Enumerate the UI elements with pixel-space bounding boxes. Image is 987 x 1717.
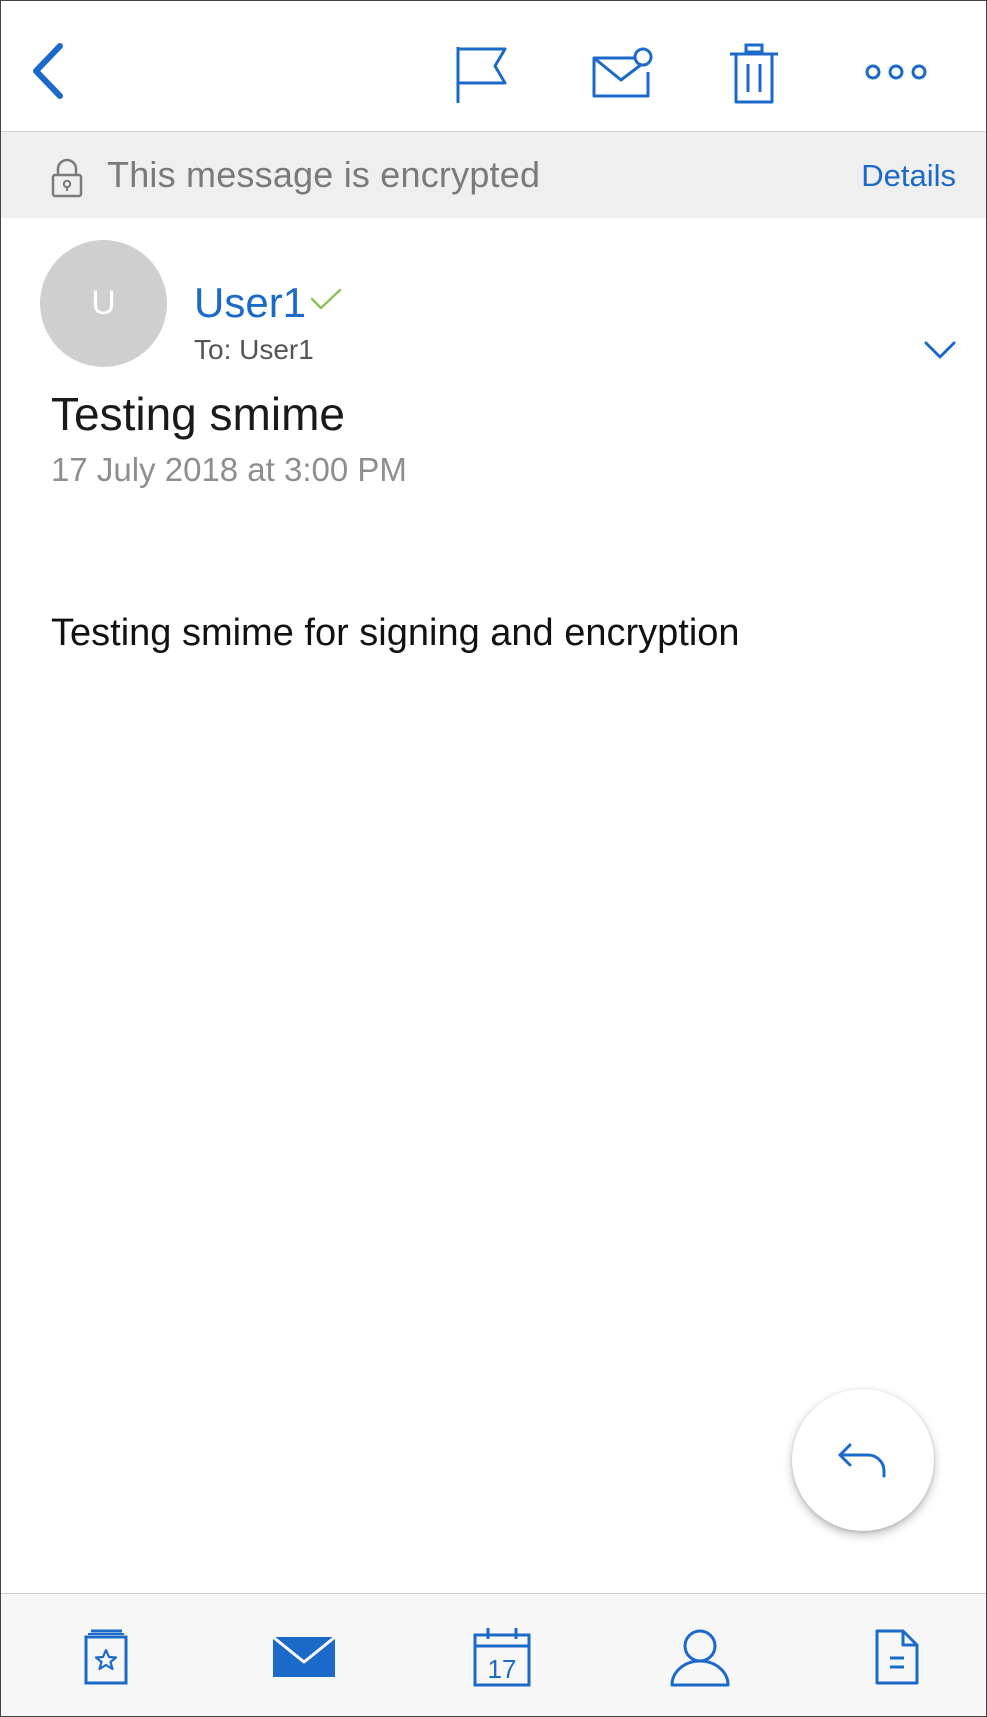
message-subject: Testing smime xyxy=(51,388,345,440)
details-link[interactable]: Details xyxy=(861,158,956,194)
flag-icon xyxy=(456,47,507,103)
calendar-icon: 17 xyxy=(473,1628,531,1687)
flag-button[interactable] xyxy=(451,41,511,107)
chevron-down-icon xyxy=(924,341,956,359)
chevron-left-icon xyxy=(33,43,63,99)
tab-documents[interactable] xyxy=(857,1622,937,1692)
message-screen: This message is encrypted Details U User… xyxy=(0,0,987,1717)
mark-unread-button[interactable] xyxy=(589,43,655,103)
reply-button[interactable] xyxy=(792,1389,934,1531)
encryption-banner: This message is encrypted Details xyxy=(1,131,986,218)
calendar-day-label: 17 xyxy=(488,1654,517,1684)
document-icon xyxy=(875,1629,919,1685)
encryption-status-text: This message is encrypted xyxy=(107,154,541,195)
mail-icon xyxy=(272,1635,336,1677)
lock-icon xyxy=(51,158,83,198)
tab-contacts[interactable] xyxy=(660,1622,740,1692)
message-body: Testing smime for signing and encryption xyxy=(51,612,740,654)
top-toolbar xyxy=(1,1,986,131)
expand-header-button[interactable] xyxy=(923,339,957,366)
tab-mail[interactable] xyxy=(264,1622,344,1692)
sender-name[interactable]: User1 xyxy=(194,279,306,327)
back-button[interactable] xyxy=(23,39,73,103)
favorites-icon xyxy=(84,1629,128,1685)
bottom-tab-bar: 17 xyxy=(1,1593,986,1716)
trash-icon xyxy=(730,43,778,104)
tab-calendar[interactable]: 17 xyxy=(462,1622,542,1692)
person-icon xyxy=(670,1629,730,1687)
tab-favorites[interactable] xyxy=(66,1622,146,1692)
recipients-line: To: User1 xyxy=(194,334,314,365)
more-horizontal-icon xyxy=(865,64,927,80)
more-button[interactable] xyxy=(861,57,931,87)
delete-button[interactable] xyxy=(726,41,782,107)
message-date: 17 July 2018 at 3:00 PM xyxy=(51,451,407,488)
mail-unread-icon xyxy=(592,47,653,98)
checkmark-icon xyxy=(310,288,342,310)
reply-icon xyxy=(838,1443,886,1478)
avatar: U xyxy=(40,240,167,367)
